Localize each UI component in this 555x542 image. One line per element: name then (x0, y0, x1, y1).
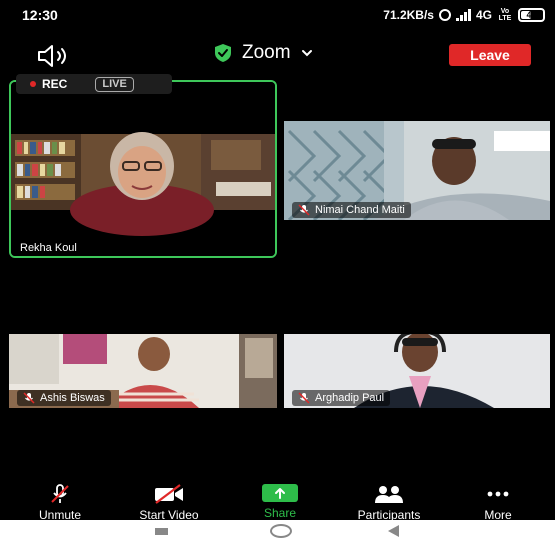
live-badge: LIVE (95, 76, 134, 92)
signal-icon (455, 9, 471, 21)
participant-name: Arghadip Paul (315, 392, 385, 404)
share-arrow-icon (262, 484, 298, 502)
network-type: 4G (475, 8, 492, 22)
participant-name-label: Nimai Chand Maiti (292, 202, 411, 218)
speaker-icon[interactable] (36, 44, 78, 68)
video-tile[interactable]: Nimai Chand Maiti (284, 121, 550, 220)
participant-name: Ashis Biswas (40, 392, 105, 404)
meeting-title: Zoom (242, 42, 291, 63)
mic-off-icon (23, 392, 35, 404)
video-tile-active-speaker[interactable]: Rekha Koul (9, 80, 277, 258)
system-navigation-bar (0, 520, 555, 542)
alarm-icon (438, 9, 451, 21)
status-bar: 12:30 71.2KB/s 4G Vo LTE 47 (0, 0, 555, 30)
status-indicators: 71.2KB/s 4G Vo LTE 47 (383, 6, 545, 24)
chevron-down-icon (301, 50, 312, 57)
back-icon[interactable] (388, 525, 399, 537)
battery-level: 47 (526, 10, 537, 20)
unmute-button[interactable]: Unmute (12, 484, 108, 522)
battery-icon: 47 (518, 8, 545, 22)
volte-indicator: Vo LTE (498, 8, 512, 22)
share-label: Share (263, 506, 297, 520)
participant-name-label: Ashis Biswas (17, 390, 111, 406)
video-off-icon (152, 484, 186, 504)
network-speed: 71.2KB/s (383, 8, 434, 22)
video-tile[interactable]: Ashis Biswas (9, 334, 277, 408)
recording-dot-icon (30, 81, 36, 87)
participant-name: Rekha Koul (20, 242, 77, 254)
recording-indicator: REC LIVE (16, 74, 172, 94)
home-icon[interactable] (270, 524, 292, 538)
participant-name-label: Rekha Koul (20, 242, 77, 254)
people-icon (372, 484, 406, 504)
meeting-title-dropdown[interactable]: Zoom (214, 42, 313, 64)
video-tile[interactable]: Arghadip Paul (284, 334, 550, 408)
more-button[interactable]: More (450, 484, 546, 522)
more-dots-icon (485, 484, 511, 504)
leave-button[interactable]: Leave (449, 44, 531, 66)
rec-label: REC (42, 77, 68, 91)
mic-off-icon (298, 204, 310, 216)
recent-apps-icon[interactable] (155, 528, 168, 535)
meeting-header: Zoom Leave (0, 30, 555, 80)
shield-check-icon[interactable] (214, 43, 232, 63)
share-button[interactable]: Share (232, 484, 328, 520)
mic-off-icon (298, 392, 310, 404)
participant-name: Nimai Chand Maiti (315, 204, 405, 216)
participant-video (11, 82, 275, 256)
participants-button[interactable]: Participants (341, 484, 437, 522)
mic-off-icon (47, 484, 73, 504)
participant-name-label: Arghadip Paul (292, 390, 391, 406)
start-video-button[interactable]: Start Video (121, 484, 217, 522)
meeting-toolbar: Unmute Start Video Share Participants Mo… (0, 484, 555, 522)
status-time: 12:30 (22, 7, 58, 23)
